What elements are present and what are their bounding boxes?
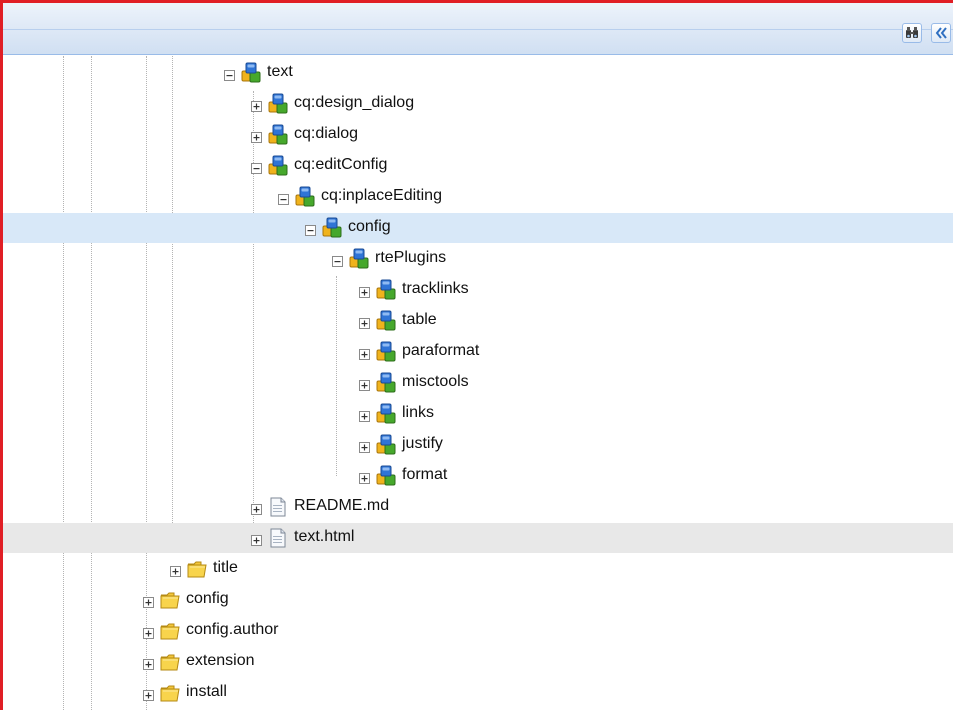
folder-icon <box>159 589 181 611</box>
expand-icon[interactable] <box>143 688 154 701</box>
node-icon <box>321 217 343 239</box>
collapse-icon[interactable] <box>278 192 289 205</box>
tree-row[interactable]: cq:design_dialog <box>3 89 953 119</box>
tree-node-label[interactable]: misctools <box>402 373 469 391</box>
node-icon <box>267 155 289 177</box>
tree-row[interactable]: title <box>3 554 953 584</box>
repository-tree: text cq:design_dialog cq:dialog cq:editC… <box>3 56 953 710</box>
find-button[interactable] <box>902 23 922 43</box>
tree-node-label[interactable]: README.md <box>294 497 389 515</box>
expand-icon[interactable] <box>251 99 262 112</box>
expand-icon[interactable] <box>251 533 262 546</box>
tree-node-label[interactable]: config <box>186 590 229 608</box>
tree-node-label[interactable]: config.author <box>186 621 279 639</box>
tree-node-label[interactable]: text.html <box>294 528 354 546</box>
node-icon <box>240 62 262 84</box>
folder-icon <box>186 558 208 580</box>
tree-node-label[interactable]: cq:dialog <box>294 125 358 143</box>
tree-node-label[interactable]: tracklinks <box>402 280 469 298</box>
expand-icon[interactable] <box>143 657 154 670</box>
node-icon <box>375 403 397 425</box>
crxde-tree-panel: text cq:design_dialog cq:dialog cq:editC… <box>0 0 953 710</box>
folder-icon <box>159 620 181 642</box>
expand-icon[interactable] <box>359 378 370 391</box>
tree-row[interactable]: format <box>3 461 953 491</box>
tree-row[interactable]: cq:editConfig <box>3 151 953 181</box>
tree-row[interactable]: config <box>3 585 953 615</box>
node-icon <box>375 372 397 394</box>
tree-node-label[interactable]: links <box>402 404 434 422</box>
tree-node-label[interactable]: paraformat <box>402 342 479 360</box>
tree-node-label[interactable]: rtePlugins <box>375 249 446 267</box>
tree-node-label[interactable]: format <box>402 466 447 484</box>
folder-icon <box>159 651 181 673</box>
tree-row[interactable]: install <box>3 678 953 708</box>
collapse-icon[interactable] <box>305 223 316 236</box>
tree-node-label[interactable]: cq:editConfig <box>294 156 387 174</box>
tree-row[interactable]: links <box>3 399 953 429</box>
tree-row[interactable]: cq:dialog <box>3 120 953 150</box>
expand-icon[interactable] <box>143 626 154 639</box>
expand-icon[interactable] <box>170 564 181 577</box>
node-icon <box>294 186 316 208</box>
node-icon <box>375 434 397 456</box>
tree-toolbar <box>3 3 953 55</box>
collapse-icon[interactable] <box>251 161 262 174</box>
node-icon <box>267 93 289 115</box>
expand-icon[interactable] <box>359 316 370 329</box>
node-icon <box>375 310 397 332</box>
tree-row[interactable]: text <box>3 58 953 88</box>
expand-icon[interactable] <box>359 347 370 360</box>
tree-node-label[interactable]: cq:design_dialog <box>294 94 414 112</box>
tree-row[interactable]: paraformat <box>3 337 953 367</box>
file-icon <box>267 496 289 518</box>
expand-icon[interactable] <box>359 285 370 298</box>
tree-row[interactable]: rtePlugins <box>3 244 953 274</box>
tree-row[interactable]: misctools <box>3 368 953 398</box>
tree-row[interactable]: config.author <box>3 616 953 646</box>
tree-row[interactable]: cq:inplaceEditing <box>3 182 953 212</box>
tree-node-label[interactable]: table <box>402 311 437 329</box>
expand-icon[interactable] <box>359 471 370 484</box>
tree-node-label[interactable]: text <box>267 63 293 81</box>
tree-row[interactable]: README.md <box>3 492 953 522</box>
tree-node-label[interactable]: extension <box>186 652 255 670</box>
collapse-panel-button[interactable] <box>931 23 951 43</box>
node-icon <box>375 465 397 487</box>
collapse-icon[interactable] <box>332 254 343 267</box>
tree-node-label[interactable]: justify <box>402 435 443 453</box>
tree-row[interactable]: tracklinks <box>3 275 953 305</box>
node-icon <box>375 279 397 301</box>
toolbar-divider <box>3 29 953 30</box>
expand-icon[interactable] <box>359 440 370 453</box>
file-icon <box>267 527 289 549</box>
collapse-icon[interactable] <box>224 68 235 81</box>
tree-row[interactable]: extension <box>3 647 953 677</box>
expand-icon[interactable] <box>143 595 154 608</box>
expand-icon[interactable] <box>251 130 262 143</box>
tree-row[interactable]: config <box>3 213 953 243</box>
expand-icon[interactable] <box>359 409 370 422</box>
tree-row[interactable]: table <box>3 306 953 336</box>
folder-icon <box>159 682 181 704</box>
tree-row[interactable]: justify <box>3 430 953 460</box>
tree-row[interactable]: text.html <box>3 523 953 553</box>
tree-node-label[interactable]: title <box>213 559 238 577</box>
node-icon <box>348 248 370 270</box>
tree-node-label[interactable]: install <box>186 683 227 701</box>
node-icon <box>267 124 289 146</box>
binoculars-icon <box>906 27 918 38</box>
double-chevron-left-icon <box>935 27 947 39</box>
tree-node-label[interactable]: config <box>348 218 391 236</box>
tree-node-label[interactable]: cq:inplaceEditing <box>321 187 442 205</box>
node-icon <box>375 341 397 363</box>
expand-icon[interactable] <box>251 502 262 515</box>
